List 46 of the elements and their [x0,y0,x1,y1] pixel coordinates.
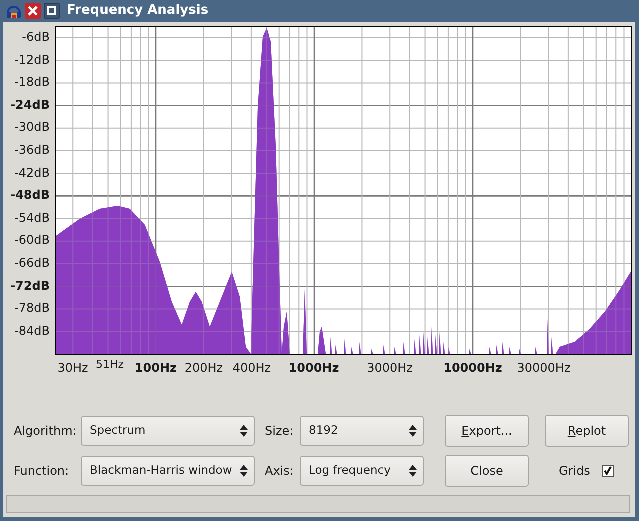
y-axis-label: -42dB [14,166,50,180]
y-axis-label: -48dB [10,188,50,202]
dropdown[interactable]: Spectrum [81,416,255,446]
field-label: Axis: [264,463,295,480]
checkbox-label: Grids [559,463,590,480]
up-down-arrows-icon [240,465,248,477]
x-axis-label: 200Hz [184,360,224,377]
checkbox[interactable] [602,465,614,477]
dropdown[interactable]: Log frequency [300,456,424,486]
field-label: Size: [264,423,295,440]
dropdown[interactable]: Blackman-Harris window [81,456,255,486]
field-label: Algorithm: [14,423,78,440]
headphones-icon [6,3,22,19]
push-button[interactable]: Export... [445,415,529,447]
y-axis-label: -66dB [14,256,50,270]
y-axis-label: -60dB [14,233,50,248]
y-axis-label: -24dB [10,98,50,112]
field-label: Function: [14,463,70,480]
push-button[interactable]: Replot [545,415,629,447]
maximize-button[interactable] [44,3,60,19]
x-axis-label: 400Hz [232,360,272,377]
y-axis-label: -30dB [14,120,50,134]
maximize-icon [47,6,57,16]
x-axis-label: 51Hz [96,357,124,373]
x-axis-label: 30Hz [58,360,88,377]
y-axis-label: -72dB [10,278,50,293]
x-axis-label: 30000Hz [517,360,571,377]
y-axis-label: -84dB [14,324,50,338]
up-down-arrows-icon [240,425,248,437]
x-axis-label: 100Hz [134,360,178,377]
dropdown[interactable]: 8192 [300,416,424,446]
x-axis-label: 1000Hz [288,360,340,377]
y-axis-label: -12dB [14,52,50,67]
y-axis-label: -18dB [14,75,50,90]
y-axis-label: -36dB [14,143,50,157]
push-button[interactable]: Close [445,455,529,487]
y-axis-label: -78dB [14,301,50,316]
y-axis-label: -6dB [22,30,50,44]
up-down-arrows-icon [409,465,417,477]
window-title: Frequency Analysis [67,2,209,20]
x-axis-label: 3000Hz [367,360,413,377]
up-down-arrows-icon [409,425,417,437]
close-button[interactable] [25,3,41,19]
close-icon [28,6,38,16]
y-axis-label: -54dB [14,210,50,225]
x-axis-label: 10000Hz [444,360,502,377]
